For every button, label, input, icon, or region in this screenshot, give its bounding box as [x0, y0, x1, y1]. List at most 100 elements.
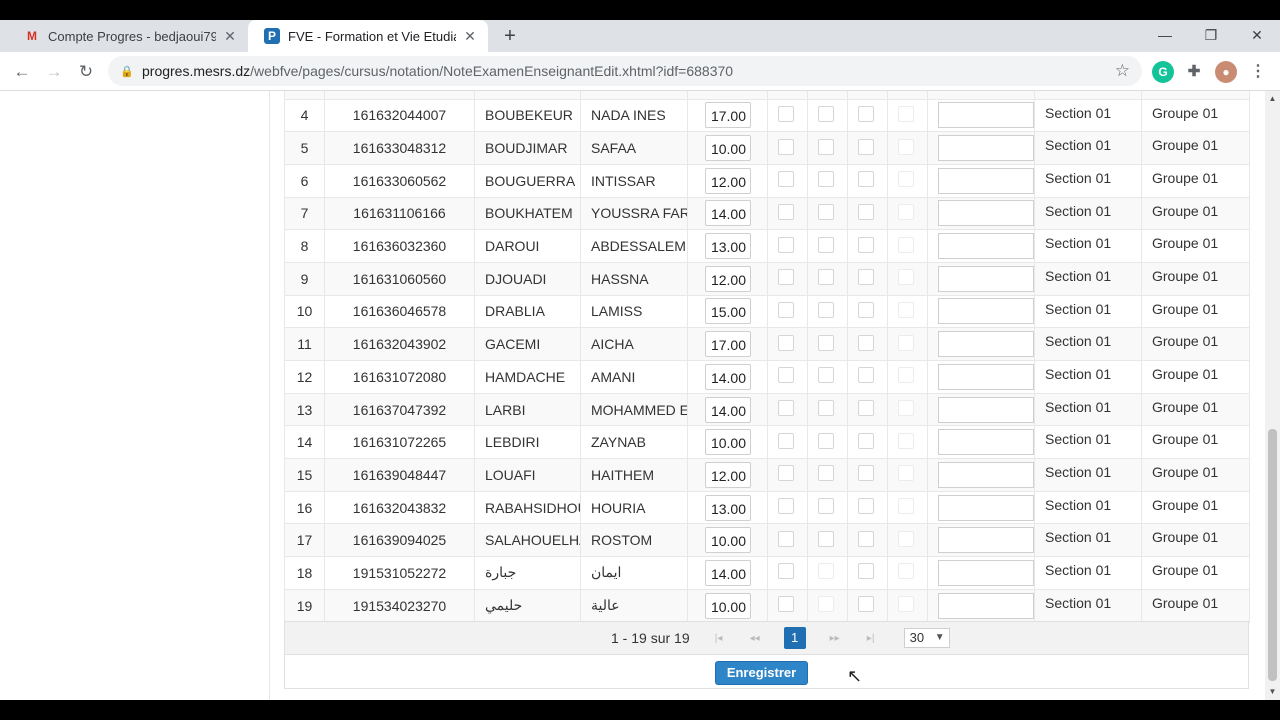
checkbox[interactable] [778, 334, 794, 351]
reload-icon[interactable]: ↻ [73, 59, 99, 85]
checkbox[interactable] [818, 236, 834, 253]
observation-input[interactable] [938, 135, 1034, 162]
restore-button[interactable]: ❐ [1188, 20, 1234, 52]
note-input[interactable]: 10.00 [705, 429, 751, 456]
checkbox[interactable] [858, 203, 874, 220]
note-input[interactable]: 14.00 [705, 559, 751, 586]
checkbox[interactable] [778, 236, 794, 253]
checkbox[interactable] [858, 400, 874, 417]
checkbox[interactable] [898, 432, 914, 449]
checkbox[interactable] [898, 334, 914, 351]
note-input[interactable]: 14.00 [705, 200, 751, 227]
note-input[interactable]: 10.00 [705, 135, 751, 162]
observation-input[interactable] [938, 363, 1034, 390]
note-input[interactable]: 10.00 [705, 592, 751, 619]
next-page-icon[interactable]: ▸▸ [828, 633, 842, 644]
note-input[interactable]: 13.00 [705, 494, 751, 521]
checkbox[interactable] [898, 236, 914, 253]
checkbox[interactable] [818, 596, 834, 613]
last-page-icon[interactable]: ▸| [864, 633, 878, 644]
new-tab-button[interactable]: + [498, 24, 522, 48]
observation-input[interactable] [938, 494, 1034, 521]
close-window-button[interactable]: ✕ [1234, 20, 1280, 52]
checkbox[interactable] [898, 203, 914, 220]
checkbox[interactable] [858, 236, 874, 253]
note-input[interactable]: 13.00 [705, 233, 751, 260]
observation-input[interactable] [938, 396, 1034, 423]
save-button[interactable]: Enregistrer [715, 661, 808, 685]
observation-input[interactable] [938, 592, 1034, 619]
rows-per-page-select[interactable]: 30 ▼ [903, 628, 950, 648]
close-tab-icon[interactable]: ✕ [462, 28, 478, 45]
note-input[interactable]: 17.00 [705, 331, 751, 358]
observation-input[interactable] [938, 200, 1034, 227]
checkbox[interactable] [858, 432, 874, 449]
checkbox[interactable] [898, 400, 914, 417]
observation-input[interactable] [938, 233, 1034, 260]
tab-fve[interactable]: P FVE - Formation et Vie Etudiante ✕ [248, 20, 488, 52]
checkbox[interactable] [818, 432, 834, 449]
note-input[interactable]: 17.00 [705, 102, 751, 129]
checkbox[interactable] [818, 334, 834, 351]
checkbox[interactable] [858, 530, 874, 547]
checkbox[interactable] [858, 367, 874, 384]
scroll-thumb[interactable] [1268, 429, 1277, 681]
tab-gmail[interactable]: M Compte Progres - bedjaoui79@g ✕ [8, 20, 248, 52]
checkbox[interactable] [898, 171, 914, 188]
checkbox[interactable] [898, 596, 914, 613]
checkbox[interactable] [818, 138, 834, 155]
checkbox[interactable] [778, 432, 794, 449]
checkbox[interactable] [778, 400, 794, 417]
observation-input[interactable] [938, 559, 1034, 586]
checkbox[interactable] [778, 269, 794, 286]
observation-input[interactable] [938, 461, 1034, 488]
checkbox[interactable] [778, 203, 794, 220]
checkbox[interactable] [898, 498, 914, 515]
previous-page-icon[interactable]: ◂◂ [748, 633, 762, 644]
checkbox[interactable] [858, 269, 874, 286]
checkbox[interactable] [898, 367, 914, 384]
checkbox[interactable] [858, 596, 874, 613]
checkbox[interactable] [818, 367, 834, 384]
observation-input[interactable] [938, 298, 1034, 325]
first-page-icon[interactable]: |◂ [712, 633, 726, 644]
observation-input[interactable] [938, 331, 1034, 358]
checkbox[interactable] [818, 269, 834, 286]
checkbox[interactable] [778, 105, 794, 122]
note-input[interactable]: 15.00 [705, 298, 751, 325]
checkbox[interactable] [858, 563, 874, 580]
observation-input[interactable] [938, 102, 1034, 129]
checkbox[interactable] [898, 530, 914, 547]
observation-input[interactable] [938, 167, 1034, 194]
checkbox[interactable] [898, 269, 914, 286]
bookmark-star-icon[interactable]: ☆ [1115, 61, 1130, 81]
checkbox[interactable] [898, 301, 914, 318]
checkbox[interactable] [818, 465, 834, 482]
note-input[interactable]: 14.00 [705, 396, 751, 423]
checkbox[interactable] [778, 171, 794, 188]
checkbox[interactable] [858, 301, 874, 318]
checkbox[interactable] [818, 563, 834, 580]
checkbox[interactable] [858, 171, 874, 188]
observation-input[interactable] [938, 527, 1034, 554]
checkbox[interactable] [898, 465, 914, 482]
checkbox[interactable] [818, 105, 834, 122]
minimize-button[interactable]: — [1142, 20, 1188, 52]
checkbox[interactable] [898, 105, 914, 122]
checkbox[interactable] [778, 367, 794, 384]
checkbox[interactable] [858, 138, 874, 155]
checkbox[interactable] [778, 465, 794, 482]
checkbox[interactable] [778, 301, 794, 318]
checkbox[interactable] [778, 530, 794, 547]
scroll-down-icon[interactable]: ▼ [1265, 687, 1280, 696]
vertical-scrollbar[interactable]: ▲ ▼ [1265, 91, 1280, 700]
checkbox[interactable] [818, 498, 834, 515]
back-icon[interactable]: ← [9, 59, 35, 85]
checkbox[interactable] [818, 400, 834, 417]
checkbox[interactable] [858, 334, 874, 351]
checkbox[interactable] [818, 530, 834, 547]
close-tab-icon[interactable]: ✕ [222, 28, 238, 45]
observation-input[interactable] [938, 429, 1034, 456]
checkbox[interactable] [858, 105, 874, 122]
checkbox[interactable] [898, 563, 914, 580]
